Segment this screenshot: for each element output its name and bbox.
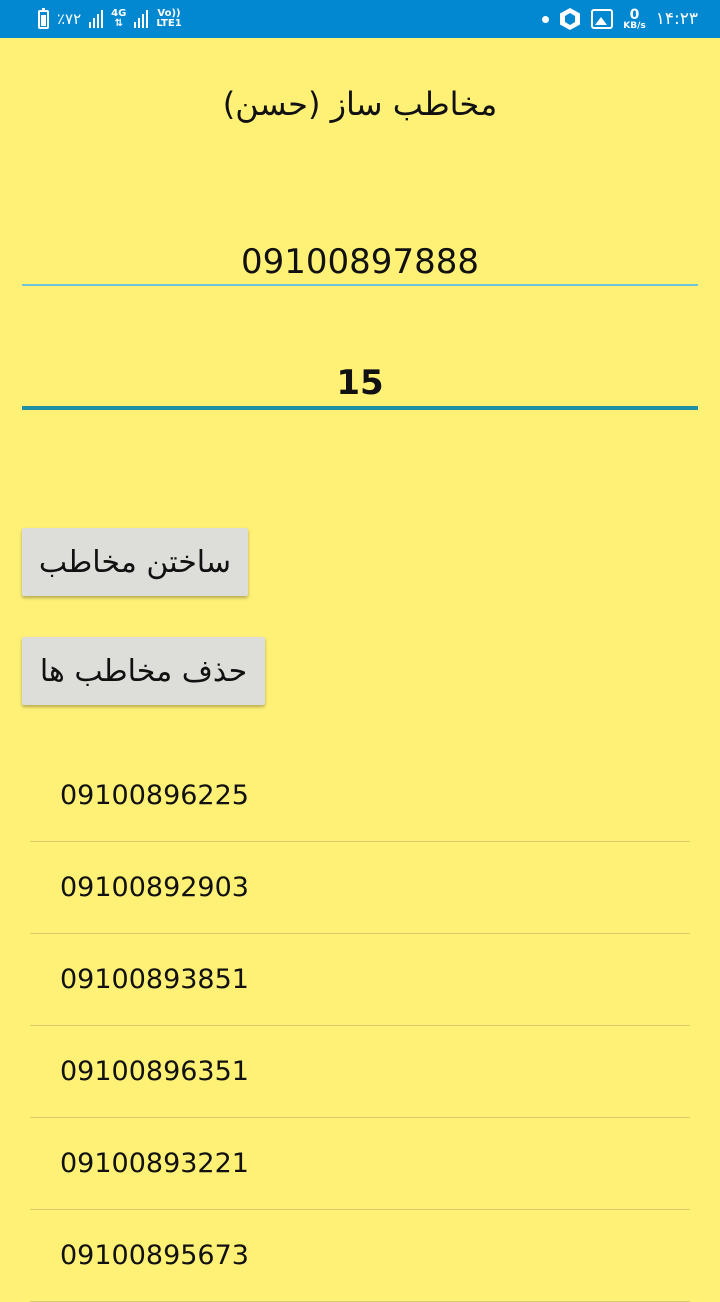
contact-number: 09100893851 <box>60 964 249 995</box>
clock: ۱۴:۲۳ <box>655 9 698 29</box>
list-item[interactable]: 09100893221 <box>30 1118 690 1210</box>
list-item[interactable]: 09100896351 <box>30 1026 690 1118</box>
list-item[interactable]: 09100895673 <box>30 1210 690 1302</box>
battery-level: ٪۷۲ <box>57 10 82 28</box>
contact-number: 09100892903 <box>60 872 249 903</box>
signal-icon <box>89 10 104 28</box>
phone-number-input[interactable] <box>22 240 698 286</box>
contact-number: 09100896351 <box>60 1056 249 1087</box>
battery-icon <box>38 7 49 29</box>
signal-icon-2 <box>134 10 149 28</box>
app-title: مخاطب ساز (حسن) <box>222 85 498 123</box>
image-icon <box>591 9 614 29</box>
count-input[interactable] <box>22 360 698 410</box>
contact-number: 09100896225 <box>60 780 249 811</box>
contact-number: 09100893221 <box>60 1148 249 1179</box>
status-bar: ٪۷۲ 4G ⇅ Vo)) LTE1 0 KB/s ۱۴:۲۳ <box>0 0 720 38</box>
hexagon-app-icon <box>560 8 581 30</box>
create-contacts-button[interactable]: ساختن مخاطب <box>22 528 248 596</box>
delete-contacts-button[interactable]: حذف مخاطب ها <box>22 637 265 705</box>
status-left: ٪۷۲ 4G ⇅ Vo)) LTE1 <box>38 0 182 38</box>
notification-dot-icon <box>542 15 550 23</box>
contact-number: 09100895673 <box>60 1240 249 1271</box>
volte-indicator: Vo)) LTE1 <box>156 8 182 29</box>
contact-list: 09100896225 09100892903 09100893851 0910… <box>30 750 690 1302</box>
list-item[interactable]: 09100893851 <box>30 934 690 1026</box>
list-item[interactable]: 09100896225 <box>30 750 690 842</box>
status-right: 0 KB/s ۱۴:۲۳ <box>542 0 698 38</box>
network-type: 4G ⇅ <box>111 8 127 29</box>
network-speed: 0 KB/s <box>623 6 646 31</box>
list-item[interactable]: 09100892903 <box>30 842 690 934</box>
